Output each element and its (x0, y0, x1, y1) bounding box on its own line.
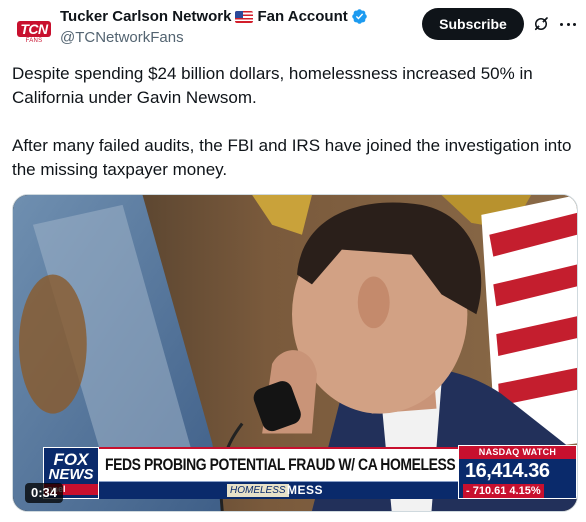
author-display-name[interactable]: Tucker Carlson Network (60, 8, 231, 25)
verified-badge-icon (351, 9, 367, 24)
dot (560, 22, 563, 26)
tweet-body: Despite spending $24 billion dollars, ho… (12, 62, 572, 182)
ticker-label: NASDAQ WATCH (459, 446, 576, 459)
subscribe-button[interactable]: Subscribe (422, 8, 524, 40)
chyron-headline: FEDS PROBING POTENTIAL FRAUD W/ CA HOMEL… (105, 455, 505, 474)
dot (573, 22, 576, 26)
chyron-sub-tag: HOMELESS (227, 484, 289, 497)
chyron-headline-bar: FEDS PROBING POTENTIAL FRAUD W/ CA HOMEL… (99, 447, 505, 481)
ticker-value: 16,414.36 (465, 460, 550, 482)
author-handle[interactable]: @TCNetworkFans (60, 29, 184, 46)
network-line-2: NEWS (48, 465, 94, 483)
market-ticker: NASDAQ WATCH 16,414.36 - 710.61 4.15% (458, 445, 577, 499)
chyron-subbar: HOMELESS MESS (99, 481, 458, 499)
author-display-name-suffix[interactable]: Fan Account (257, 8, 347, 25)
ticker-change: - 710.61 4.15% (463, 484, 544, 498)
more-options-icon[interactable] (558, 14, 578, 34)
avatar-subtext: FANS (25, 37, 43, 44)
video-timestamp: 0:34 (25, 483, 64, 503)
video-player[interactable]: FOX NEWS nnel FEDS PROBING POTENTIAL FRA… (12, 194, 578, 512)
avatar-logo: TCN (17, 20, 51, 37)
dot (566, 22, 570, 26)
chyron-sub-text: MESS (287, 483, 324, 497)
author-name-row[interactable]: Tucker Carlson Network Fan Account (60, 8, 368, 25)
grok-icon[interactable] (532, 15, 550, 33)
tweet-paragraph: Despite spending $24 billion dollars, ho… (12, 64, 533, 107)
us-flag-icon (235, 10, 254, 23)
tweet-header: TCN FANS Tucker Carlson Network Fan Acco… (0, 0, 586, 56)
tweet-paragraph: After many failed audits, the FBI and IR… (12, 136, 572, 179)
avatar[interactable]: TCN FANS (14, 12, 54, 52)
news-chyron: FOX NEWS nnel FEDS PROBING POTENTIAL FRA… (43, 445, 577, 503)
